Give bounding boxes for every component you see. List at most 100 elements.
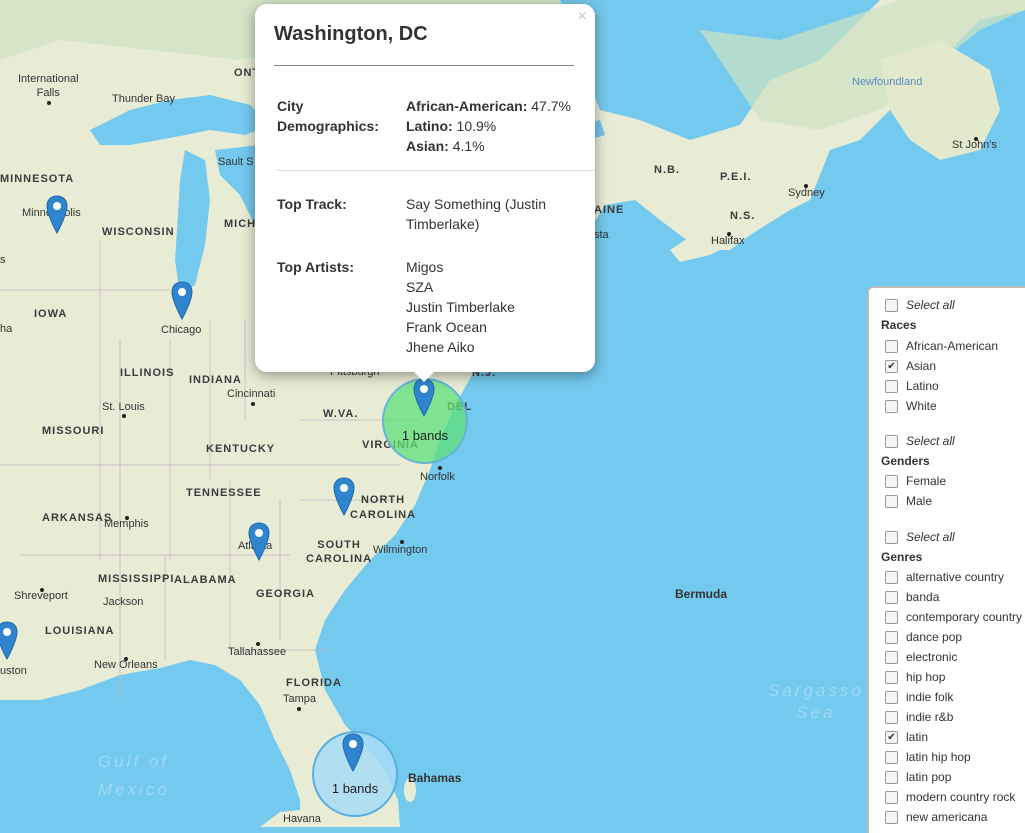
city-tallahassee: Tallahassee — [228, 646, 287, 658]
race-option[interactable]: ✔ Asian — [885, 359, 936, 373]
genres-select-all[interactable]: Select all — [885, 530, 955, 544]
close-icon[interactable]: × — [578, 8, 587, 26]
genre-option[interactable]: new americana — [885, 810, 987, 824]
gender-option[interactable]: Female — [885, 474, 946, 488]
genre-option[interactable]: alternative country — [885, 570, 1004, 584]
state-minnesota: MINNESOTA — [0, 173, 75, 185]
checkbox[interactable] — [885, 810, 898, 824]
popup-title: Washington, DC — [274, 23, 428, 45]
demographic-item: African-American: 47.7% — [406, 98, 571, 114]
genre-option[interactable]: indie r&b — [885, 710, 953, 724]
races-select-all[interactable]: Select all — [885, 298, 955, 312]
map-pin-chicago[interactable] — [171, 281, 193, 321]
state-tennessee: TENNESSEE — [186, 487, 262, 499]
state-alabama: ALABAMA — [174, 574, 237, 586]
state-iowa: IOWA — [34, 308, 68, 320]
checkbox[interactable] — [885, 610, 898, 624]
race-option[interactable]: White — [885, 399, 937, 413]
checkbox[interactable] — [885, 790, 898, 804]
state-mississippi: MISSISSIPPI — [98, 573, 175, 585]
races-heading: Races — [881, 318, 917, 332]
state-north-carolina: NORTH CAROLINA — [350, 494, 417, 521]
artist-item: Frank Ocean — [406, 319, 487, 335]
city-dot — [400, 540, 404, 544]
city-dot — [974, 137, 978, 141]
demographic-item: Asian: 4.1% — [406, 138, 485, 154]
map-pin-washington-dc[interactable] — [413, 378, 435, 418]
map-pin-miami[interactable] — [342, 733, 364, 773]
genre-option[interactable]: indie folk — [885, 690, 953, 704]
genre-option[interactable]: banda — [885, 590, 939, 604]
checkbox[interactable] — [885, 650, 898, 664]
cluster-miami-label: 1 bands — [331, 780, 379, 796]
label-s: s — [0, 254, 6, 266]
label-bahamas: Bahamas — [408, 771, 462, 785]
cluster-dc-label: 1 bands — [401, 427, 449, 443]
map-pin-atlanta[interactable] — [248, 522, 270, 562]
city-dot — [256, 642, 260, 646]
checkbox[interactable] — [885, 750, 898, 764]
city-cincinnati: Cincinnati — [227, 388, 276, 400]
city-dot — [804, 184, 808, 188]
genre-option[interactable]: contemporary country — [885, 610, 1022, 624]
top-track-value: Say Something (Justin Timberlake) — [406, 196, 547, 232]
state-louisiana: LOUISIANA — [45, 625, 115, 637]
checkbox[interactable] — [885, 710, 898, 724]
city-dot — [251, 402, 255, 406]
gender-option[interactable]: Male — [885, 494, 932, 508]
checkbox-checked[interactable]: ✔ — [885, 359, 898, 373]
map-pin-minneapolis[interactable] — [46, 195, 68, 235]
map-pin-houston[interactable] — [0, 621, 18, 661]
genre-option[interactable]: latin hip hop — [885, 750, 971, 764]
checkbox[interactable] — [885, 590, 898, 604]
checkbox[interactable] — [885, 379, 898, 393]
genre-option[interactable]: dance pop — [885, 630, 962, 644]
city-st-louis: St. Louis — [102, 401, 145, 413]
province-pei: P.E.I. — [720, 171, 752, 183]
checkbox[interactable] — [885, 570, 898, 584]
city-tampa: Tampa — [283, 693, 317, 705]
label-ha: ha — [0, 323, 13, 335]
filter-panel: Select all Races African-American ✔ Asian… — [867, 286, 1025, 833]
city-jackson: Jackson — [103, 596, 144, 608]
checkbox[interactable] — [885, 339, 898, 353]
checkbox-checked[interactable]: ✔ — [885, 730, 898, 744]
checkbox[interactable] — [885, 298, 898, 312]
checkbox[interactable] — [885, 670, 898, 684]
genre-option[interactable]: modern country rock — [885, 790, 1015, 804]
city-dot — [124, 657, 128, 661]
label-newfoundland: Newfoundland — [852, 76, 923, 88]
city-chicago: Chicago — [161, 324, 202, 336]
city-halifax: Halifax — [711, 235, 745, 247]
popup-divider — [274, 65, 574, 66]
genders-select-all[interactable]: Select all — [885, 434, 955, 448]
demographics-label: City Demographics: — [277, 98, 379, 134]
city-wilmington: Wilmington — [373, 544, 428, 556]
state-indiana: INDIANA — [189, 374, 242, 386]
checkbox[interactable] — [885, 474, 898, 488]
checkbox[interactable] — [885, 399, 898, 413]
label-bermuda: Bermuda — [675, 587, 728, 601]
state-south-carolina: SOUTH CAROLINA — [306, 539, 373, 565]
race-option[interactable]: Latino — [885, 379, 939, 393]
genre-option[interactable]: latin pop — [885, 770, 951, 784]
checkbox[interactable] — [885, 434, 898, 448]
genre-option[interactable]: electronic — [885, 650, 957, 664]
city-dot — [438, 466, 442, 470]
checkbox[interactable] — [885, 530, 898, 544]
genre-option[interactable]: hip hop — [885, 670, 945, 684]
race-option[interactable]: African-American — [885, 339, 998, 353]
city-sydney: Sydney — [788, 187, 825, 199]
state-michigan: MICH — [224, 218, 257, 230]
label-gulf-of-mexico: Gulf of Mexico — [98, 752, 170, 799]
map-pin-north-carolina[interactable] — [333, 477, 355, 517]
checkbox[interactable] — [885, 494, 898, 508]
city-thunder-bay: Thunder Bay — [112, 93, 175, 105]
state-missouri: MISSOURI — [42, 425, 105, 437]
checkbox[interactable] — [885, 770, 898, 784]
genre-option[interactable]: ✔ latin — [885, 730, 928, 744]
state-wva: W.VA. — [323, 408, 359, 420]
city-norfolk: Norfolk — [420, 471, 455, 483]
checkbox[interactable] — [885, 630, 898, 644]
checkbox[interactable] — [885, 690, 898, 704]
